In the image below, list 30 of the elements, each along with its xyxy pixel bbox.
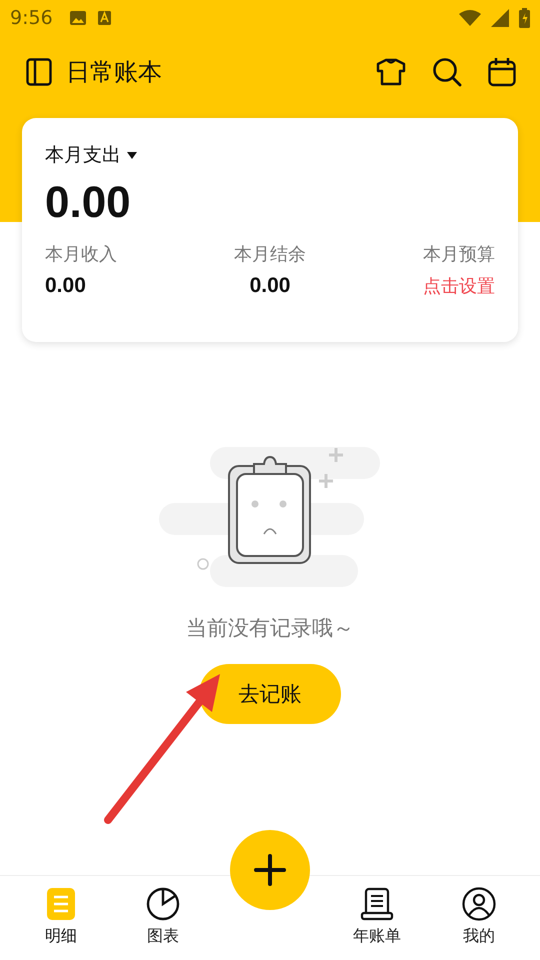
calendar-icon[interactable] [488,57,516,87]
empty-message: 当前没有记录哦～ [186,615,354,642]
app-title: 日常账本 [66,57,162,88]
stat-label: 本月收入 [45,243,117,266]
document-icon [359,886,395,922]
expense-amount: 0.00 [45,178,132,228]
battery-icon [519,8,530,28]
add-record-button[interactable]: 去记账 [199,664,341,724]
stat-label: 本月预算 [423,243,495,266]
dropdown-caret-icon[interactable] [127,152,137,158]
book-icon[interactable] [26,58,52,86]
text-icon [96,10,112,26]
stat-value: 0.00 [45,274,87,298]
nav-tab[interactable]: 我的 [439,876,519,947]
wifi-icon [459,10,481,26]
signal-icon [491,9,509,27]
image-icon [68,10,87,26]
stat-value: 0.00 [250,274,290,298]
set-budget-link[interactable]: 点击设置 [423,274,495,298]
stat-label: 本月结余 [234,243,306,266]
nav-tab[interactable]: 图表 [123,876,203,947]
nav-tab[interactable]: 年账单 [337,876,417,947]
search-icon[interactable] [432,57,462,87]
shirt-icon[interactable] [376,58,406,86]
period-selector[interactable]: 本月支出 [45,142,121,168]
nav-tab[interactable]: 明细 [21,876,101,947]
pie-chart-icon [145,886,181,922]
status-time: 9:56 [10,7,53,29]
plus-icon [252,852,288,888]
user-icon [461,886,497,922]
